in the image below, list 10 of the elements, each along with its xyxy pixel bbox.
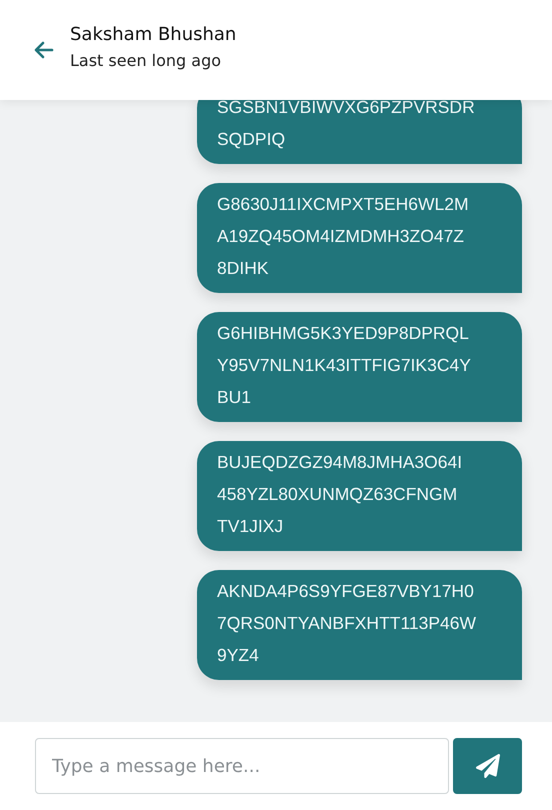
message-text: AKNDA4P6S9YFGE87VBY17H0 7QRS0NTYANBFXHTT113P46W 9YZ4 (217, 580, 478, 667)
message-text: BUJEQDZGZ94M8JMHA3O64I 458YZL80XUNMQZ63CFNGM TV1JIXJ (217, 451, 464, 538)
send-icon (476, 754, 500, 778)
message-input-field[interactable]: Type a message here... (35, 738, 449, 794)
message-text: G6HIBHMG5K3YED9P8DPRQL Y95V7NLN1K43ITTFIG7IK3C4Y BU1 (217, 322, 472, 409)
contact-name: Saksham Bhushan (70, 24, 236, 45)
message-text: G8630J11IXCMPXT5EH6WL2M A19ZQ45OM4IZMDMH3ZO47Z 8DIHK (217, 193, 470, 280)
last-seen-status: Last seen long ago (70, 51, 222, 70)
message-text: SGSBN1VBIWVXG6PZPVRSDR SQDPIQ (217, 100, 476, 151)
send-button[interactable] (453, 738, 522, 794)
